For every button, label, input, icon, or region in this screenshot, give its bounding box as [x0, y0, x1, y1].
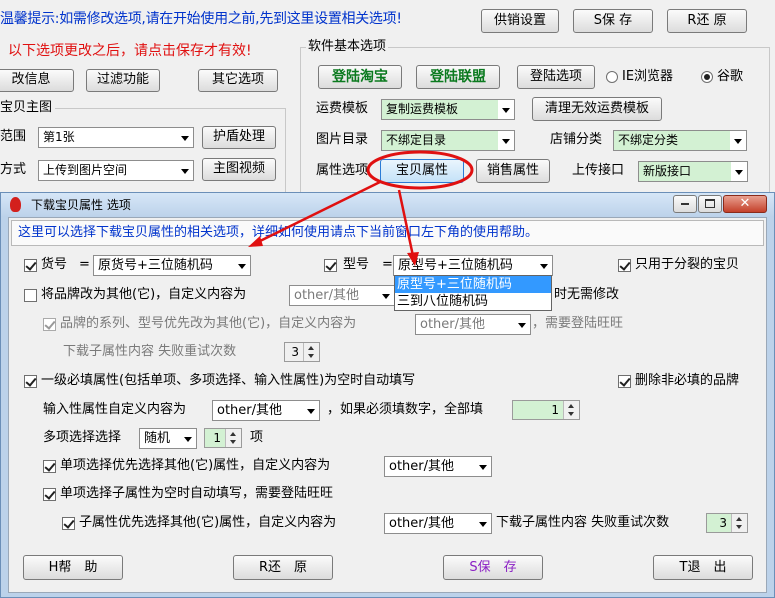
- upload-api-label: 上传接口: [572, 163, 625, 178]
- split-only-checkbox[interactable]: [618, 259, 631, 272]
- info-text: 这里可以选择下载宝贝属性的相关选项，详细如何使用请点下当前窗口左下角的使用帮助。: [18, 225, 539, 240]
- login-alliance-button[interactable]: 登陆联盟: [416, 65, 500, 89]
- single-sub-checkbox[interactable]: [43, 488, 56, 501]
- series-label: 品牌的系列、型号优先改为其他(它)，自定义内容为: [60, 316, 357, 331]
- minimize-icon: [681, 202, 689, 205]
- delete-brand-checkbox[interactable]: [618, 375, 631, 388]
- login-taobao-button[interactable]: 登陆淘宝: [318, 65, 402, 89]
- image-dir-label: 图片目录: [316, 132, 369, 147]
- google-browser-radio[interactable]: [701, 71, 713, 83]
- sale-attributes-button[interactable]: 销售属性: [476, 159, 550, 183]
- upload-api-select[interactable]: 新版接口: [638, 161, 748, 182]
- single-other-checkbox[interactable]: [43, 460, 56, 473]
- single-sub-label: 单项选择子属性为空时自动填写，需要登陆旺旺: [60, 486, 334, 501]
- retry-sub-label: 下载子属性内容 失败重试次数: [63, 344, 237, 359]
- sub-other-label: 子属性优先选择其他(它)属性，自定义内容为: [79, 515, 337, 530]
- maximize-icon: [705, 199, 715, 208]
- single-other-label: 单项选择优先选择其他(它)属性，自定义内容为: [60, 458, 331, 473]
- method-label: 方式: [0, 162, 27, 177]
- multi-count-spinner[interactable]: 1: [204, 428, 242, 448]
- sub-other-checkbox[interactable]: [62, 517, 75, 530]
- xinghao-eq: =: [382, 257, 393, 272]
- dropdown-option-1[interactable]: 原型号+三位随机码: [395, 276, 551, 293]
- basic-options-title: 软件基本选项: [306, 38, 389, 56]
- hint-top: 温馨提示:如需修改选项,请在开始使用之前,先到这里设置相关选项!: [0, 11, 402, 27]
- number-spinner[interactable]: 1: [512, 400, 580, 420]
- maximize-button[interactable]: [698, 195, 722, 213]
- series-checkbox[interactable]: [43, 318, 56, 331]
- item-unit-label: 项: [250, 430, 264, 445]
- dialog-restore-button[interactable]: R还 原: [233, 555, 333, 580]
- huohao-eq: =: [79, 257, 90, 272]
- main-image-group: [0, 108, 286, 198]
- if-number-label: ，如果必须填数字，全部填: [327, 402, 484, 417]
- other-options-button[interactable]: 其它选项: [198, 69, 278, 92]
- ie-browser-label: IE浏览器: [622, 69, 674, 84]
- dialog-client: 这里可以选择下载宝贝属性的相关选项，详细如何使用请点下当前窗口左下角的使用帮助。…: [8, 217, 767, 593]
- close-icon: ✕: [739, 196, 751, 211]
- xinghao-select[interactable]: 原型号+三位随机码: [393, 255, 553, 276]
- restore-button[interactable]: R还 原: [667, 9, 747, 33]
- clear-freight-button[interactable]: 清理无效运费模板: [532, 97, 662, 121]
- retry-sub-spinner[interactable]: 3: [284, 342, 320, 362]
- dialog-save-button[interactable]: S保 存: [443, 555, 543, 580]
- login-options-button[interactable]: 登陆选项: [517, 65, 595, 89]
- edit-info-button[interactable]: 改信息: [0, 69, 74, 92]
- input-custom-label: 输入性属性自定义内容为: [43, 402, 187, 417]
- dialog-title: 下载宝贝属性 选项: [31, 198, 131, 212]
- huohao-label: 货号: [41, 257, 68, 272]
- dialog-titlebar[interactable]: 下载宝贝属性 选项 ✕: [1, 193, 774, 217]
- main-video-button[interactable]: 主图视频: [202, 158, 276, 181]
- minimize-button[interactable]: [673, 195, 697, 213]
- brand-other-select[interactable]: other/其他: [289, 285, 395, 306]
- delete-brand-label: 删除非必填的品牌: [635, 373, 740, 388]
- hint-red: 以下选项更改之后，请点击保存才有效!: [8, 43, 252, 59]
- series-suffix: ，需要登陆旺旺: [532, 316, 624, 331]
- attribute-options-dialog: 下载宝贝属性 选项 ✕ 这里可以选择下载宝贝属性的相关选项，详细如何使用请点下当…: [0, 192, 775, 598]
- attr-options-label: 属性选项: [316, 163, 369, 178]
- brand-change-checkbox[interactable]: [24, 289, 37, 302]
- freight-label: 运费模板: [316, 101, 369, 116]
- retry2-spinner[interactable]: 3: [706, 513, 748, 533]
- shield-button[interactable]: 护盾处理: [202, 126, 276, 149]
- huohao-select[interactable]: 原货号+三位随机码: [93, 255, 251, 276]
- shop-category-label: 店铺分类: [550, 132, 603, 147]
- supply-settings-button[interactable]: 供销设置: [481, 9, 559, 33]
- xinghao-dropdown-list: 原型号+三位随机码 三到八位随机码: [394, 275, 552, 311]
- exit-button[interactable]: T退 出: [653, 555, 753, 580]
- autofill-checkbox[interactable]: [24, 375, 37, 388]
- filter-button[interactable]: 过滤功能: [86, 69, 160, 92]
- freight-select[interactable]: 复制运费模板: [381, 99, 515, 120]
- image-dir-select[interactable]: 不绑定目录: [381, 130, 515, 151]
- shop-category-select[interactable]: 不绑定分类: [613, 130, 747, 151]
- multi-select-label: 多项选择选择: [43, 430, 122, 445]
- xinghao-checkbox[interactable]: [324, 259, 337, 272]
- range-label: 范围: [0, 129, 27, 144]
- retry2-label: 下载子属性内容 失败重试次数: [496, 515, 670, 530]
- multi-select-mode[interactable]: 随机: [139, 428, 197, 449]
- help-button[interactable]: H帮 助: [23, 555, 123, 580]
- autofill-label: 一级必填属性(包括单项、多项选择、输入性属性)为空时自动填写: [41, 373, 416, 388]
- huohao-checkbox[interactable]: [24, 259, 37, 272]
- sub-other-select[interactable]: other/其他: [384, 513, 492, 534]
- brand-suffix: 时无需修改: [554, 287, 620, 302]
- input-custom-select[interactable]: other/其他: [212, 400, 320, 421]
- series-other-select[interactable]: other/其他: [415, 314, 531, 335]
- method-select[interactable]: 上传到图片空间: [38, 160, 194, 181]
- split-only-label: 只用于分裂的宝贝: [635, 257, 740, 272]
- app-flame-icon: [10, 197, 21, 212]
- save-button[interactable]: S保 存: [573, 9, 653, 33]
- xinghao-label: 型号: [343, 257, 370, 272]
- google-browser-label: 谷歌: [717, 69, 744, 84]
- single-other-select[interactable]: other/其他: [384, 456, 492, 477]
- brand-change-label: 将品牌改为其他(它)，自定义内容为: [41, 287, 247, 302]
- close-button[interactable]: ✕: [723, 195, 767, 213]
- range-select[interactable]: 第1张: [38, 127, 194, 148]
- info-bar: 这里可以选择下载宝贝属性的相关选项，详细如何使用请点下当前窗口左下角的使用帮助。: [11, 220, 764, 246]
- ie-browser-radio[interactable]: [606, 71, 618, 83]
- main-image-group-title: 宝贝主图: [0, 99, 56, 117]
- item-attributes-button[interactable]: 宝贝属性: [380, 159, 464, 183]
- dropdown-option-2[interactable]: 三到八位随机码: [395, 293, 551, 310]
